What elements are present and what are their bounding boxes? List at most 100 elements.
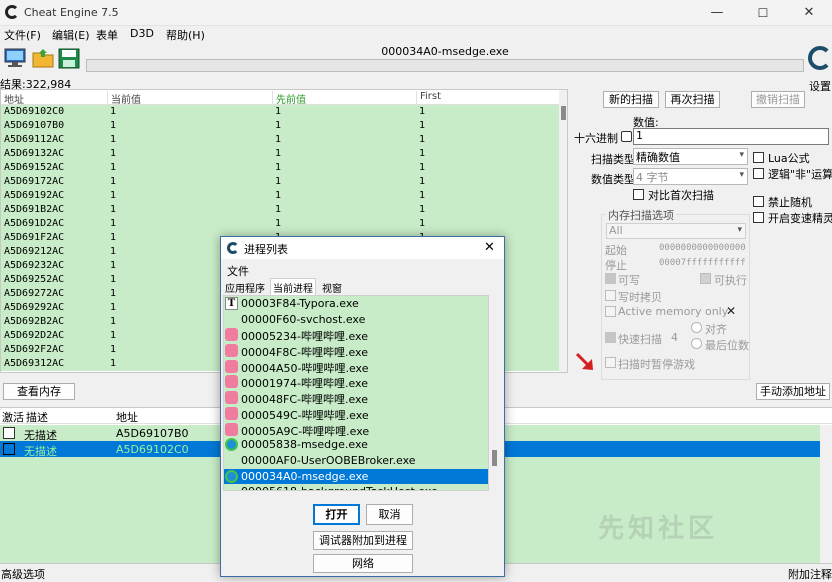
result-row[interactable]: A5D691B2AC 1 1 1	[1, 203, 559, 217]
view-memory-button[interactable]: 查看内存	[3, 383, 75, 400]
copy-on-write-checkbox[interactable]	[605, 290, 616, 301]
result-previous-value: 1	[275, 204, 282, 215]
fast-scan-value[interactable]: 4	[671, 331, 678, 344]
cancel-button[interactable]: 取消	[366, 504, 413, 525]
align-radio[interactable]	[691, 322, 702, 333]
column-current-value[interactable]: 当前值	[107, 91, 141, 106]
results-header: 地址 当前值 先前值 First	[1, 90, 561, 106]
result-address: A5D691D2AC	[4, 218, 65, 229]
add-address-manually-button[interactable]: 手动添加地址	[756, 383, 830, 400]
network-button[interactable]: 网络	[313, 554, 413, 573]
memory-region-select[interactable]: All ▾	[606, 223, 746, 239]
process-item-selected[interactable]: 000034A0-msedge.exe	[224, 468, 488, 485]
results-scrollbar[interactable]	[559, 90, 567, 372]
active-checkbox[interactable]	[3, 443, 15, 455]
tab-applications[interactable]: 应用程序	[225, 280, 265, 295]
result-address: A5D69192AC	[4, 190, 65, 201]
settings-logo-icon[interactable]	[808, 46, 832, 70]
result-row[interactable]: A5D69192AC 1 1 1	[1, 189, 559, 203]
process-item[interactable]: T 00003F84-Typora.exe	[224, 296, 488, 312]
close-button[interactable]: ✕	[786, 0, 832, 26]
compare-first-checkbox[interactable]	[633, 189, 644, 200]
process-item[interactable]: 00005838-msedge.exe	[224, 437, 488, 453]
logic-not-checkbox[interactable]	[753, 168, 764, 179]
address-value: A5D69102C0	[116, 443, 189, 456]
result-current-value: 1	[110, 162, 117, 173]
process-item[interactable]: 00004A50-哔哩哔哩.exe	[224, 359, 488, 375]
settings-label[interactable]: 设置	[809, 78, 831, 94]
process-list[interactable]: T 00003F84-Typora.exe 00000F60-svchost.exe…	[223, 295, 489, 491]
process-name: 00000F60-svchost.exe	[241, 312, 366, 326]
pause-game-checkbox[interactable]	[605, 357, 616, 368]
column-address[interactable]: 地址	[1, 91, 24, 106]
scan-type-select[interactable]: 精确数值 ▾	[633, 148, 748, 165]
column-first[interactable]: First	[416, 91, 441, 105]
process-item[interactable]: 00005234-哔哩哔哩.exe	[224, 327, 488, 343]
save-icon[interactable]	[57, 47, 81, 69]
process-item[interactable]: 00001974-哔哩哔哩.exe	[224, 374, 488, 390]
last-digits-label: 最后位数	[705, 339, 749, 352]
result-row[interactable]: A5D69112AC 1 1 1	[1, 133, 559, 147]
menu-file[interactable]: 文件(F)	[4, 27, 41, 43]
lua-formula-checkbox[interactable]	[753, 152, 764, 163]
process-item[interactable]: 00000AF0-UserOOBEBroker.exe	[224, 453, 488, 469]
result-row[interactable]: A5D69172AC 1 1 1	[1, 175, 559, 189]
process-item[interactable]: 000048FC-哔哩哔哩.exe	[224, 390, 488, 406]
maximize-button[interactable]: ☐	[740, 0, 786, 26]
active-checkbox[interactable]	[3, 427, 15, 439]
process-name: 00004F8C-哔哩哔哩.exe	[241, 346, 368, 360]
result-row[interactable]: A5D69102C0 1 1 1	[1, 105, 559, 119]
new-scan-button[interactable]: 新的扫描	[603, 91, 659, 108]
undo-scan-button[interactable]: 撤销扫描	[751, 91, 805, 108]
speedhack-checkbox[interactable]	[753, 212, 764, 223]
hex-checkbox[interactable]	[621, 131, 632, 142]
result-row[interactable]: A5D69152AC 1 1 1	[1, 161, 559, 175]
address-list-scrollbar[interactable]	[820, 425, 832, 564]
writable-checkbox[interactable]	[605, 273, 616, 284]
clear-icon[interactable]: ✕	[726, 304, 736, 318]
result-current-value: 1	[110, 148, 117, 159]
open-button[interactable]: 打开	[313, 504, 360, 525]
active-memory-checkbox[interactable]	[605, 306, 616, 317]
results-scroll-thumb[interactable]	[561, 106, 566, 120]
result-current-value: 1	[110, 246, 117, 257]
menu-table[interactable]: 表单	[96, 27, 118, 43]
menu-help[interactable]: 帮助(H)	[166, 27, 205, 43]
column-description[interactable]: 描述	[26, 409, 48, 425]
process-item[interactable]: 00000F60-svchost.exe	[224, 312, 488, 328]
process-item[interactable]: 00005618-backgroundTaskHost.exe	[224, 484, 488, 490]
result-row[interactable]: A5D691D2AC 1 1 1	[1, 217, 559, 231]
value-type-select[interactable]: 4 字节 ▾	[633, 168, 748, 185]
menu-edit[interactable]: 编辑(E)	[52, 27, 90, 43]
start-address-input[interactable]: 0000000000000000	[659, 243, 746, 253]
next-scan-button[interactable]: 再次扫描	[665, 91, 720, 108]
no-random-checkbox[interactable]	[753, 196, 764, 207]
dialog-close-button[interactable]: ✕	[484, 240, 495, 255]
process-item[interactable]: 00005A9C-哔哩哔哩.exe	[224, 422, 488, 438]
value-input[interactable]: 1	[633, 128, 829, 145]
menu-d3d[interactable]: D3D	[130, 27, 154, 40]
column-active[interactable]: 激活	[2, 409, 24, 425]
column-previous-value[interactable]: 先前值	[272, 91, 306, 106]
comments-button[interactable]: 附加注释	[788, 566, 832, 582]
open-folder-icon[interactable]	[31, 47, 55, 69]
attach-debugger-button[interactable]: 调试器附加到进程	[313, 531, 413, 550]
arrow-down-right-icon[interactable]	[574, 351, 596, 373]
column-address[interactable]: 地址	[116, 409, 138, 425]
dialog-title: 进程列表	[244, 243, 288, 256]
executable-checkbox[interactable]	[700, 273, 711, 284]
process-list-scroll-thumb[interactable]	[492, 450, 497, 466]
fast-scan-checkbox[interactable]	[605, 332, 616, 343]
last-digits-radio[interactable]	[691, 338, 702, 349]
computer-icon[interactable]	[3, 47, 27, 69]
process-name: 00005838-msedge.exe	[241, 438, 368, 452]
process-item[interactable]: 00004F8C-哔哩哔哩.exe	[224, 343, 488, 359]
result-row[interactable]: A5D69107B0 1 1 1	[1, 119, 559, 133]
process-item[interactable]: 0000549C-哔哩哔哩.exe	[224, 406, 488, 422]
stop-address-input[interactable]: 00007fffffffffff	[659, 258, 746, 268]
chevron-down-icon: ▾	[739, 150, 744, 160]
advanced-options-button[interactable]: 高级选项	[1, 566, 45, 582]
tab-windows[interactable]: 视窗	[322, 280, 342, 295]
result-row[interactable]: A5D69132AC 1 1 1	[1, 147, 559, 161]
minimize-button[interactable]: —	[694, 0, 740, 26]
